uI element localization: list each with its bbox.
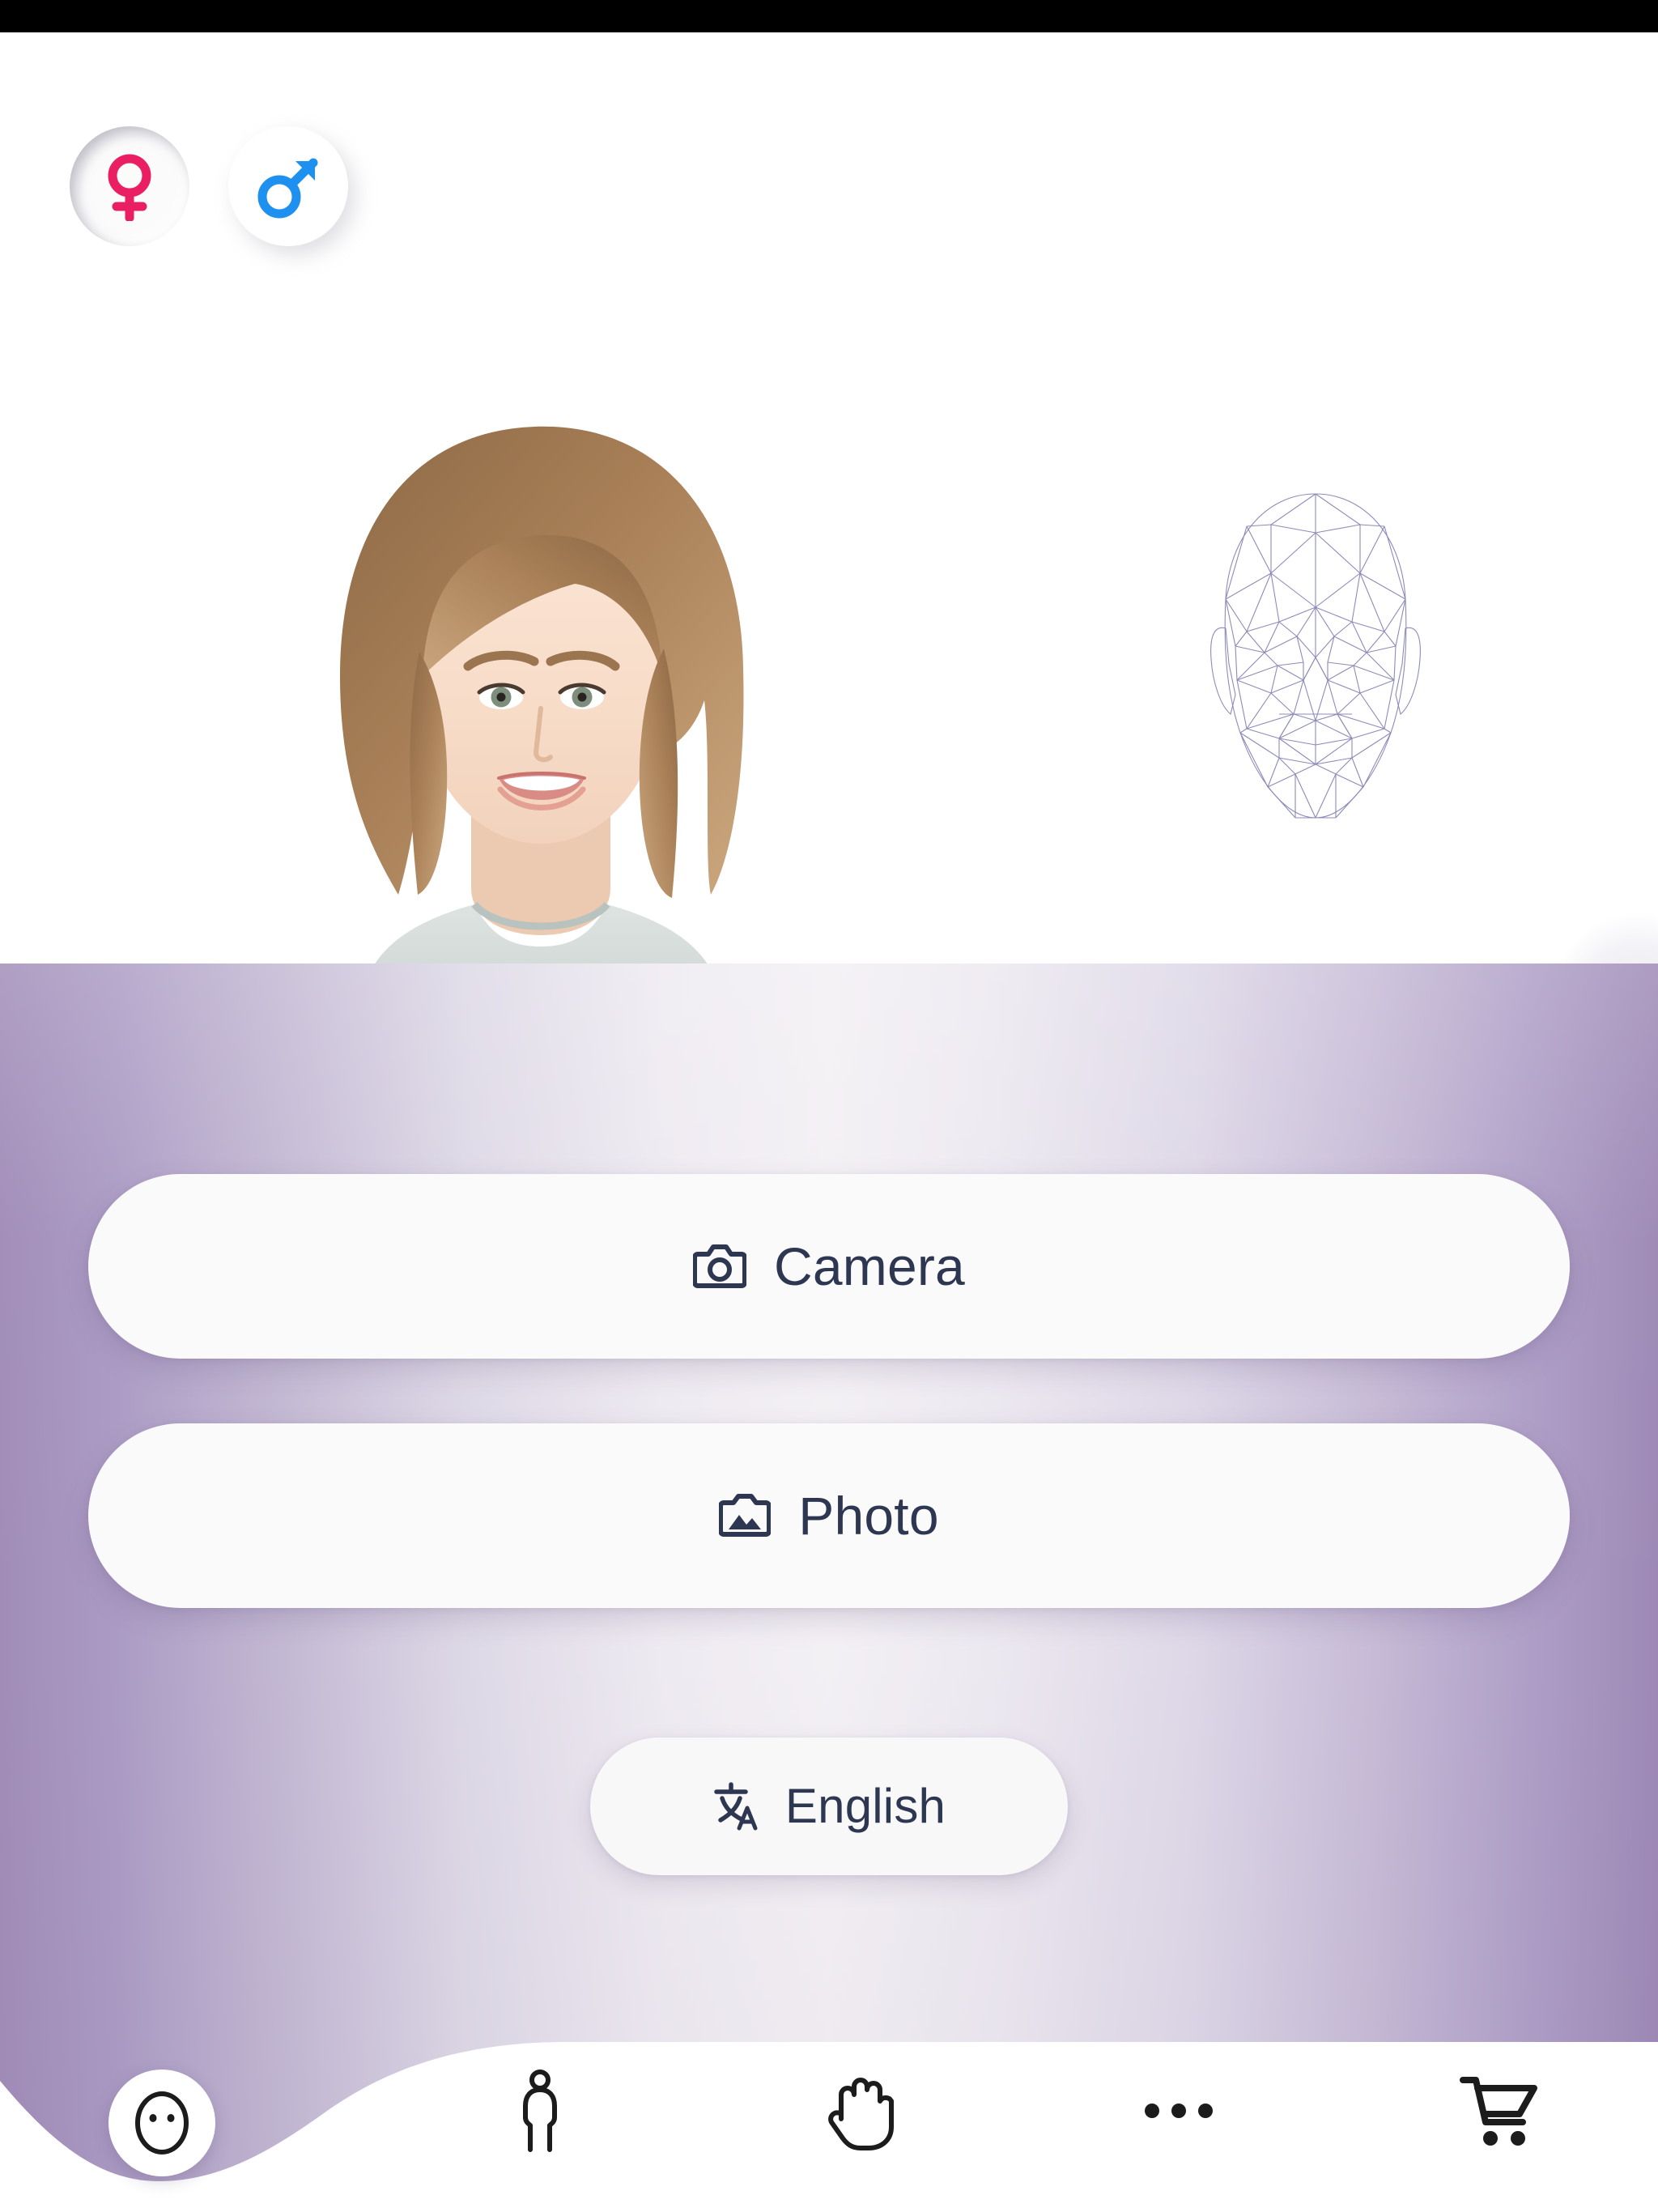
nav-item-body[interactable]	[471, 2042, 609, 2180]
app-screen: Camera Photo English	[0, 0, 1658, 2212]
portrait-photo	[267, 409, 834, 963]
gender-option-male[interactable]	[228, 126, 348, 246]
photo-button-label: Photo	[798, 1486, 939, 1546]
male-gender-icon	[257, 158, 318, 219]
translate-icon	[714, 1782, 758, 1831]
bottom-navigation	[0, 2010, 1658, 2212]
face-mesh-wireframe	[1190, 486, 1441, 826]
gender-option-female[interactable]	[70, 126, 189, 246]
nav-item-cart[interactable]	[1430, 2042, 1567, 2180]
face-fab-button[interactable]	[108, 2069, 215, 2176]
face-icon	[135, 2091, 189, 2155]
hand-palm-icon	[827, 2078, 894, 2150]
female-gender-icon	[108, 154, 151, 221]
language-button[interactable]: English	[590, 1738, 1068, 1875]
nav-item-group	[380, 2010, 1658, 2212]
camera-icon	[693, 1244, 747, 1288]
photo-library-icon	[719, 1494, 772, 1537]
gender-selector	[70, 126, 348, 246]
camera-button-label: Camera	[774, 1236, 965, 1296]
shopping-cart-icon	[1459, 2077, 1537, 2146]
nav-item-more[interactable]	[1110, 2042, 1248, 2180]
camera-button[interactable]: Camera	[88, 1174, 1570, 1359]
preview-stage	[0, 32, 1658, 963]
person-body-icon	[523, 2069, 558, 2152]
status-bar	[0, 0, 1658, 32]
nav-item-hand[interactable]	[791, 2042, 929, 2180]
secondary-portrait-partial	[1480, 887, 1658, 963]
language-button-label: English	[784, 1779, 946, 1833]
more-dots-icon	[1145, 2104, 1214, 2118]
action-button-group: Camera Photo English	[0, 1174, 1658, 1875]
photo-button[interactable]: Photo	[88, 1423, 1570, 1608]
